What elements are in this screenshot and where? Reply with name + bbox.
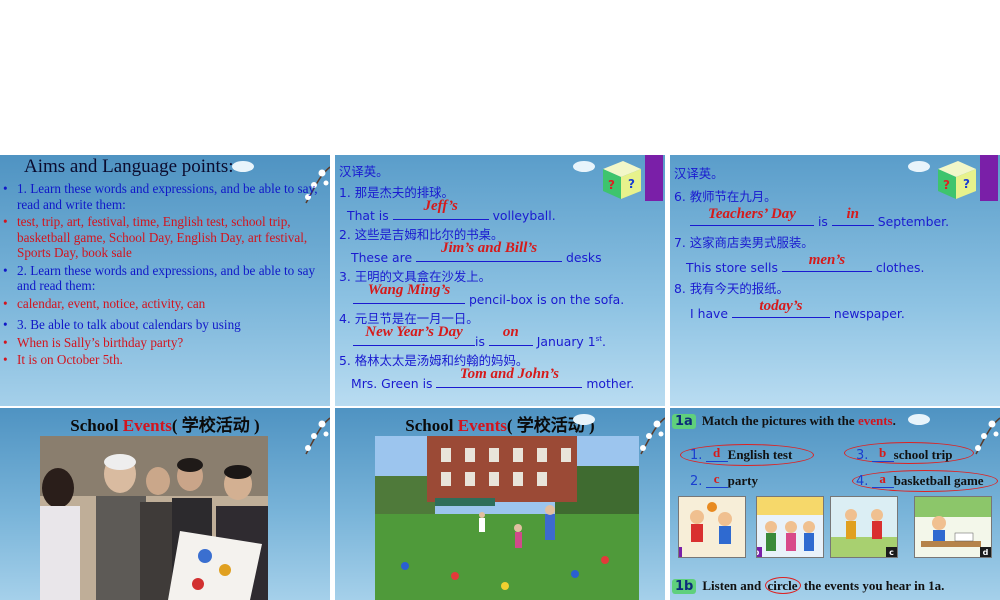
translation-exercise: 汉译英。 6. 教师节在九月。 Teachers’ Day is in Sept… [674,164,996,325]
answer-7: This store sells men’s clothes. [686,252,925,275]
slide-aims: Aims and Language points: • 1. Learn thes… [0,155,330,406]
picture-tag: b [757,547,762,557]
aims-item: • 2. Learn these words and expressions, a… [3,262,316,294]
filled-answer: Jim’s and Bill’s [440,240,538,256]
site-logo [232,161,256,172]
picture-tag: d [980,547,991,557]
match-item: 1. d English test [690,445,793,463]
slide-title: School Events( 学校活动 ) [70,416,260,435]
exercise-badge: 1b [672,579,697,594]
picture-tag: c [886,547,897,557]
aims-item: • 3. Be able to talk about calendars by … [3,317,241,332]
answer-5: Mrs. Green is Tom and John’s mother. [351,366,635,391]
blossom-branch-icon [975,417,1000,455]
aims-item: • calendar, event, notice, activity, can [3,295,206,311]
filled-answer: New Year’s Day [365,324,463,340]
filled-answer: today’s [759,298,803,314]
question-8: 8. 我有今天的报纸。 [674,281,789,296]
people-photo [40,436,268,600]
picture-english-test: d [914,496,992,558]
picture-tag: a [679,547,682,557]
answer-8: I have today’s newspaper. [690,298,905,321]
match-item: 4. a basketball game [856,471,984,489]
aims-list: • 1. Learn these words and expressions, a… [3,181,325,368]
question-1: 1. 那是杰夫的排球。 [339,185,454,200]
filled-answer: on [502,324,519,340]
translation-exercise: 汉译英。 1. 那是杰夫的排球。 That is Jeff’s volleyba… [339,162,661,393]
section-header: 汉译英。 [339,164,389,179]
exercise-1a-instruction: 1a Match the pictures with the events. [672,413,896,429]
aims-title: Aims and Language points: [24,156,234,177]
slide-match-exercise: 1a Match the pictures with the events. 1.… [670,408,1000,600]
aims-item: • It is on October 5th. [3,352,123,367]
slide-title: School Events( 学校活动 ) [405,416,595,435]
answer-1: That is Jeff’s volleyball. [347,198,556,223]
aims-item: • When is Sally’s birthday party? [3,334,184,350]
match-item: 3. b school trip [856,445,953,463]
slide-translation-1: ? ? 汉译英。 1. 那是杰夫的排球。 That is Jeff’s voll… [335,155,665,406]
answer-4: New Year’s Day is on January 1st. [339,324,661,351]
sports-day-photo [375,436,639,600]
filled-answer: Jeff’s [423,198,458,214]
filled-answer: Wang Ming’s [367,282,451,298]
filled-answer: Teachers’ Day [708,206,796,222]
answer-2: These are Jim’s and Bill’s desks [351,240,602,265]
slide-school-events-1: School Events( 学校活动 ) [0,408,330,600]
site-logo [573,414,597,425]
exercise-1b-instruction: 1b Listen and circle the events you hear … [672,577,944,594]
aims-item: • test, trip, art, festival, time, Englis… [3,214,308,260]
filled-answer: Tom and John’s [459,366,560,382]
exercise-badge: 1a [672,414,696,429]
site-logo [908,414,932,425]
picture-school-trip: c [830,496,898,558]
match-item: 2. c party [690,471,758,489]
picture-basketball: a [678,496,746,558]
aims-item: • 1. Learn these words and expressions, a… [3,181,318,212]
picture-party: b [756,496,824,558]
blossom-branch-icon [305,417,330,455]
filled-answer: in [846,206,860,222]
answer-3: Wang Ming’s pencil-box is on the sofa. [339,282,661,309]
filled-answer: men’s [808,252,846,268]
slide-school-events-2: School Events( 学校活动 ) [335,408,665,600]
slide-translation-2: ? ? 汉译英。 6. 教师节在九月。 Teachers’ Day is in … [670,155,1000,406]
answer-6: Teachers’ Day is in September. [674,206,996,233]
section-header: 汉译英。 [674,166,724,181]
